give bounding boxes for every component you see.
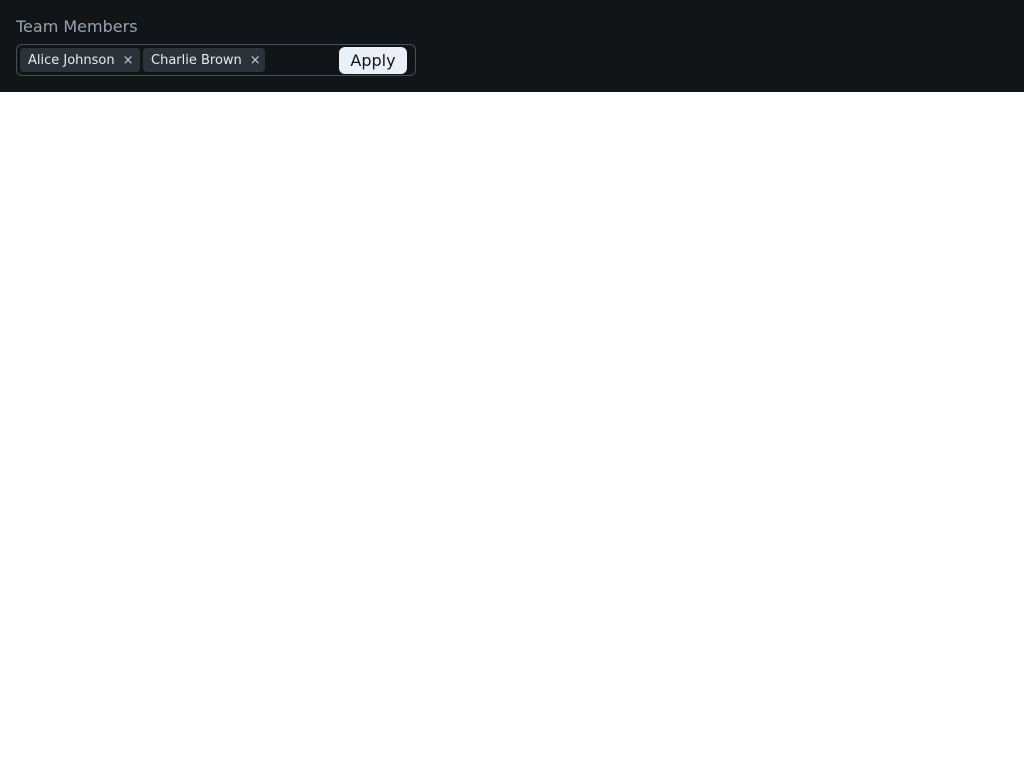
close-icon[interactable]: × [250, 54, 261, 67]
top-panel: Team Members Alice Johnson × Charlie Bro… [0, 0, 1024, 92]
apply-button[interactable]: Apply [339, 47, 407, 74]
close-icon[interactable]: × [123, 54, 134, 67]
chip-charlie-brown: Charlie Brown × [143, 48, 265, 72]
chip-alice-johnson: Alice Johnson × [20, 48, 140, 72]
field-label: Team Members [16, 17, 138, 36]
chip-label: Charlie Brown [151, 52, 242, 68]
chip-label: Alice Johnson [28, 52, 115, 68]
team-member-search-input[interactable] [269, 48, 335, 72]
team-members-tag-input[interactable]: Alice Johnson × Charlie Brown × Apply [16, 44, 416, 76]
